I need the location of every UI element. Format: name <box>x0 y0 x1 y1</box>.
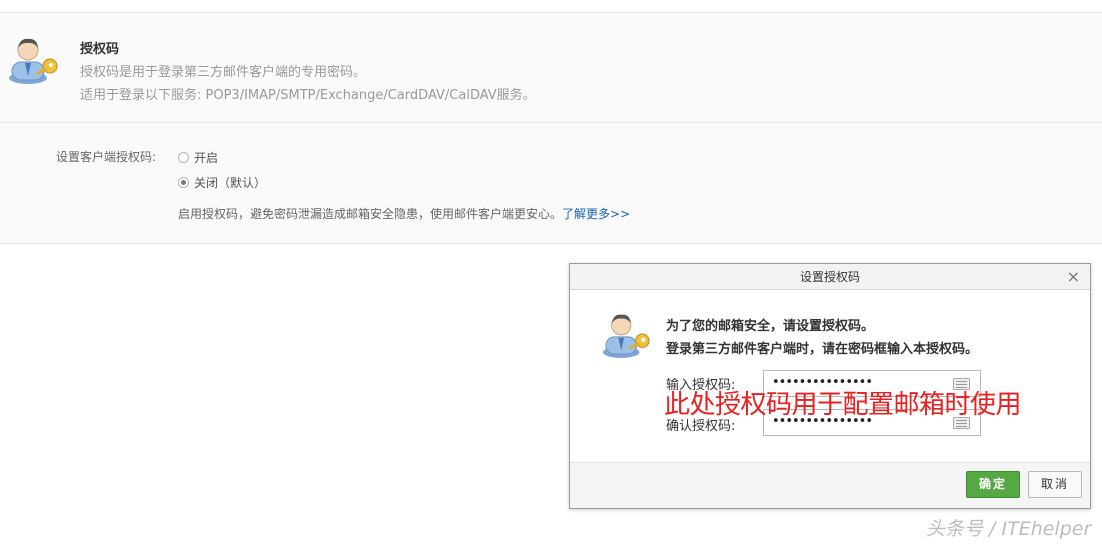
radio-label: 关闭（默认） <box>194 176 267 190</box>
dialog-title-bar: 设置授权码 × <box>570 264 1090 290</box>
top-divider <box>0 0 1102 13</box>
radio-label: 开启 <box>194 151 219 165</box>
radio-option-enable[interactable]: 开启 <box>178 149 218 166</box>
radio-button[interactable] <box>178 152 189 163</box>
cancel-button[interactable]: 取消 <box>1028 471 1082 498</box>
annotation-text: 此处授权码用于配置邮箱时使用 <box>664 390 1022 420</box>
info-title: 授权码 <box>80 42 120 57</box>
hint-text: 启用授权码，避免密码泄漏造成邮箱安全隐患，使用邮件客户端更安心。 <box>178 207 563 221</box>
setting-hint: 启用授权码，避免密码泄漏造成邮箱安全隐患，使用邮件客户端更安心。了解更多>> <box>178 205 630 222</box>
dialog-message-primary: 为了您的邮箱安全，请设置授权码。 <box>666 319 875 334</box>
authcode-settings-section: 设置客户端授权码: 开启 关闭（默认） 启用授权码，避免密码泄漏造成邮箱安全隐患… <box>0 124 1102 244</box>
radio-option-disable[interactable]: 关闭（默认） <box>178 174 266 191</box>
authcode-info-section: 授权码 授权码是用于登录第三方邮件客户端的专用密码。 适用于登录以下服务: PO… <box>0 13 1102 123</box>
radio-button-checked[interactable] <box>178 177 189 188</box>
set-authcode-dialog: 设置授权码 × 为了您的邮箱安全，请设置授权码。 登录第三方邮件客户端时，请在密… <box>569 263 1091 509</box>
user-key-icon <box>9 38 58 84</box>
info-description: 授权码是用于登录第三方邮件客户端的专用密码。 <box>80 65 367 80</box>
close-icon[interactable]: × <box>1067 265 1080 289</box>
dialog-message-secondary: 登录第三方邮件客户端时，请在密码框输入本授权码。 <box>666 342 979 357</box>
learn-more-link[interactable]: 了解更多>> <box>562 207 630 221</box>
mail-settings-page: 授权码 授权码是用于登录第三方邮件客户端的专用密码。 适用于登录以下服务: PO… <box>0 0 1102 548</box>
confirm-button[interactable]: 确定 <box>966 471 1020 498</box>
dialog-footer: 确定 取消 <box>570 462 1090 508</box>
dialog-title: 设置授权码 <box>799 270 860 284</box>
setting-label: 设置客户端授权码: <box>56 150 157 164</box>
user-key-icon <box>602 314 650 358</box>
watermark: 头条号 / ITEhelper <box>926 518 1092 540</box>
info-services: 适用于登录以下服务: POP3/IMAP/SMTP/Exchange/CardD… <box>80 88 536 103</box>
